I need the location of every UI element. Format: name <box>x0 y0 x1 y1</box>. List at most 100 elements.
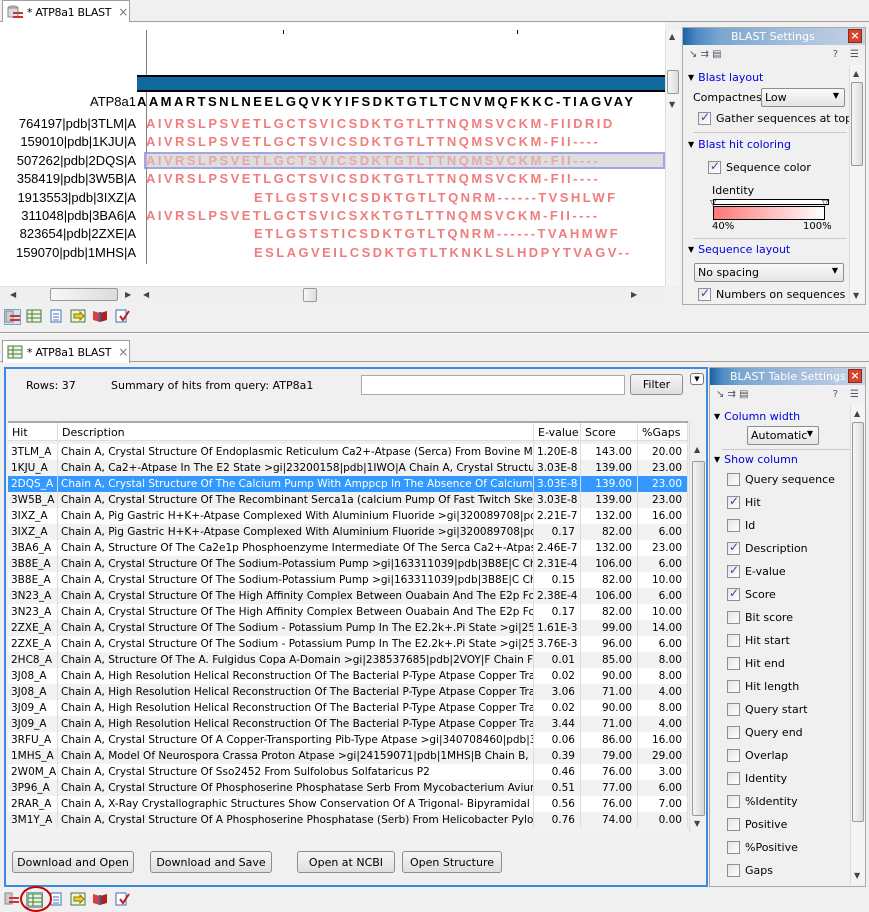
scroll-up-icon[interactable]: ▲ <box>669 32 675 41</box>
table-row[interactable]: 2HC8_A Chain A, Structure Of The A. Fulgi… <box>8 652 688 668</box>
hit-label[interactable]: 823654|pdb|2ZXE|A <box>0 226 136 241</box>
open-structure-button[interactable]: Open Structure <box>402 851 502 873</box>
alignment-vscroll[interactable]: ▲ ▼ <box>665 30 680 286</box>
help-icon[interactable]: ? <box>833 389 838 400</box>
table-row[interactable]: 3J09_A Chain A, High Resolution Helical R… <box>8 716 688 732</box>
sequence-layout-header[interactable]: ▼ Sequence layout <box>688 243 790 256</box>
hit-label[interactable]: 358419|pdb|3W5B|A <box>0 171 136 186</box>
history-view-icon[interactable] <box>70 309 87 325</box>
col-gaps[interactable]: %Gaps <box>638 423 688 443</box>
hit-label[interactable]: 764197|pdb|3TLM|A <box>0 116 136 131</box>
table-row[interactable]: 2DQS_A Chain A, Crystal Structure Of The … <box>8 476 688 492</box>
blast-graphic-view-icon[interactable] <box>4 892 21 908</box>
hit-sequence[interactable]: AIVRSLPSVETLGCTSVICSDKTGTLTTNQMSVCKM-FII… <box>146 134 600 149</box>
show-column-header[interactable]: ▼ Show column <box>714 453 798 466</box>
history-view-icon[interactable] <box>70 892 87 908</box>
show-column-hit-end-checkbox[interactable]: Hit end <box>727 657 785 670</box>
close-tab-icon[interactable]: × <box>118 5 128 19</box>
show-column--positive-checkbox[interactable]: %Positive <box>727 841 798 854</box>
menu-icon[interactable]: ☰ <box>850 389 859 400</box>
checkbox[interactable] <box>727 795 740 808</box>
download-and-open-button[interactable]: Download and Open <box>12 851 134 873</box>
filter-options-icon[interactable]: ▼ <box>690 373 704 385</box>
table-row[interactable]: 2ZXE_A Chain A, Crystal Structure Of The … <box>8 636 688 652</box>
blast-layout-header[interactable]: ▼ Blast layout <box>688 71 763 84</box>
table-row[interactable]: 3B8E_A Chain A, Crystal Structure Of The … <box>8 572 688 588</box>
table-row-partial[interactable] <box>8 828 688 832</box>
spacing-select[interactable]: No spacing ▼ <box>694 263 844 282</box>
label-hscroll[interactable]: ◀ ▶ <box>0 286 135 302</box>
checkbox[interactable] <box>727 657 740 670</box>
checkbox[interactable] <box>727 611 740 624</box>
col-score[interactable]: Score <box>581 423 638 443</box>
identity-slider-track[interactable] <box>713 199 829 205</box>
hit-label[interactable]: 1913553|pdb|3IXZ|A <box>0 190 136 205</box>
show-column-identity-checkbox[interactable]: Identity <box>727 772 787 785</box>
download-and-save-button[interactable]: Download and Save <box>150 851 272 873</box>
show-column-bit-score-checkbox[interactable]: Bit score <box>727 611 793 624</box>
show-column-hit-start-checkbox[interactable]: Hit start <box>727 634 790 647</box>
table-row[interactable]: 3J08_A Chain A, High Resolution Helical R… <box>8 668 688 684</box>
checkbox[interactable] <box>727 726 740 739</box>
show-column-query-sequence-checkbox[interactable]: Query sequence <box>727 473 835 486</box>
hit-label[interactable]: 159070|pdb|1MHS|A <box>0 245 136 260</box>
checkbox[interactable] <box>727 749 740 762</box>
table-row[interactable]: 3IXZ_A Chain A, Pig Gastric H+K+-Atpase C… <box>8 524 688 540</box>
col-description[interactable]: Description <box>58 423 534 443</box>
show-column-positive-checkbox[interactable]: Positive <box>727 818 787 831</box>
tab-blast-graphic[interactable]: * ATP8a1 BLAST × <box>2 0 130 23</box>
numbers-on-sequences-checkbox[interactable]: Numbers on sequences <box>698 286 845 301</box>
close-table-settings-icon[interactable]: × <box>848 369 862 383</box>
checkbox[interactable] <box>698 286 711 301</box>
col-evalue[interactable]: E-value <box>534 423 581 443</box>
table-view-icon[interactable] <box>26 309 43 325</box>
checkbox[interactable] <box>698 110 711 125</box>
checkbox[interactable] <box>727 519 740 532</box>
checkbox[interactable] <box>708 159 721 174</box>
checkbox[interactable] <box>727 703 740 716</box>
table-row[interactable]: 2ZXE_A Chain A, Crystal Structure Of The … <box>8 620 688 636</box>
table-row[interactable]: 3IXZ_A Chain A, Pig Gastric H+K+-Atpase C… <box>8 508 688 524</box>
hit-sequence[interactable]: AIVRSLPSVETLGCTSVICSXKTGTLTTNQMSVCKM-FII… <box>146 208 600 223</box>
checkbox[interactable] <box>727 841 740 854</box>
table-row[interactable]: 1MHS_A Chain A, Model Of Neurospora Crass… <box>8 748 688 764</box>
scroll-right-icon[interactable]: ▶ <box>631 290 637 299</box>
checkbox[interactable] <box>727 473 740 486</box>
show-column-hit-length-checkbox[interactable]: Hit length <box>727 680 799 693</box>
table-row[interactable]: 3W5B_A Chain A, Crystal Structure Of The … <box>8 492 688 508</box>
table-row[interactable]: 3M1Y_A Chain A, Crystal Structure Of A Ph… <box>8 812 688 828</box>
book-view-icon[interactable] <box>92 309 109 325</box>
blast-graphic-view-icon[interactable] <box>4 309 21 325</box>
show-column--identity-checkbox[interactable]: %Identity <box>727 795 798 808</box>
column-width-header[interactable]: ▼ Column width <box>714 410 800 423</box>
table-vscroll[interactable]: ▲ ▼ <box>689 421 706 833</box>
filter-input[interactable] <box>361 375 625 395</box>
checkbox[interactable] <box>727 563 740 578</box>
show-column-e-value-checkbox[interactable]: E-value <box>727 563 786 578</box>
table-row[interactable]: 3N23_A Chain A, Crystal Structure Of The … <box>8 588 688 604</box>
alignment-hscroll-thumb[interactable] <box>303 288 317 302</box>
annotation-view-icon[interactable] <box>114 309 131 325</box>
label-hscroll-thumb[interactable] <box>50 288 118 301</box>
table-row[interactable]: 2W0M_A Chain A, Crystal Structure Of Sso2… <box>8 764 688 780</box>
annotation-view-icon[interactable] <box>114 892 131 908</box>
table-row[interactable]: 3B8E_A Chain A, Crystal Structure Of The … <box>8 556 688 572</box>
show-column-id-checkbox[interactable]: Id <box>727 519 755 532</box>
alignment-hscroll[interactable]: ◀ ▶ <box>135 286 665 302</box>
vscroll-thumb[interactable] <box>667 70 679 94</box>
checkbox[interactable] <box>727 494 740 509</box>
show-column-overlap-checkbox[interactable]: Overlap <box>727 749 788 762</box>
table-settings-vscroll-thumb[interactable] <box>852 422 864 822</box>
table-row[interactable]: 3J08_A Chain A, High Resolution Helical R… <box>8 684 688 700</box>
expand-icon[interactable]: ↘ ⇉ ▤ <box>689 49 722 60</box>
table-row[interactable]: 3N23_A Chain A, Crystal Structure Of The … <box>8 604 688 620</box>
settings-vscroll[interactable]: ▲ ▼ <box>849 65 864 303</box>
scroll-left-icon[interactable]: ◀ <box>143 290 149 299</box>
hit-sequence[interactable]: ETLGSTSVICSDKTGTLTQNRM------TVSHLWF <box>254 190 618 205</box>
blast-hit-coloring-header[interactable]: ▼ Blast hit coloring <box>688 138 791 151</box>
sequence-color-checkbox[interactable]: Sequence color <box>708 159 811 174</box>
alignment-view[interactable]: ATP8a1 AAMARTSNLNEELGQVKYIFSDKTGTLTCNVMQ… <box>0 22 665 286</box>
table-row[interactable]: 3BA6_A Chain A, Structure Of The Ca2e1p P… <box>8 540 688 556</box>
hit-label[interactable]: 507262|pdb|2DQS|A <box>0 153 136 168</box>
hit-sequence[interactable]: ETLGSTSTICSDKTGTLTQNRM------TVAHMWF <box>254 226 620 241</box>
